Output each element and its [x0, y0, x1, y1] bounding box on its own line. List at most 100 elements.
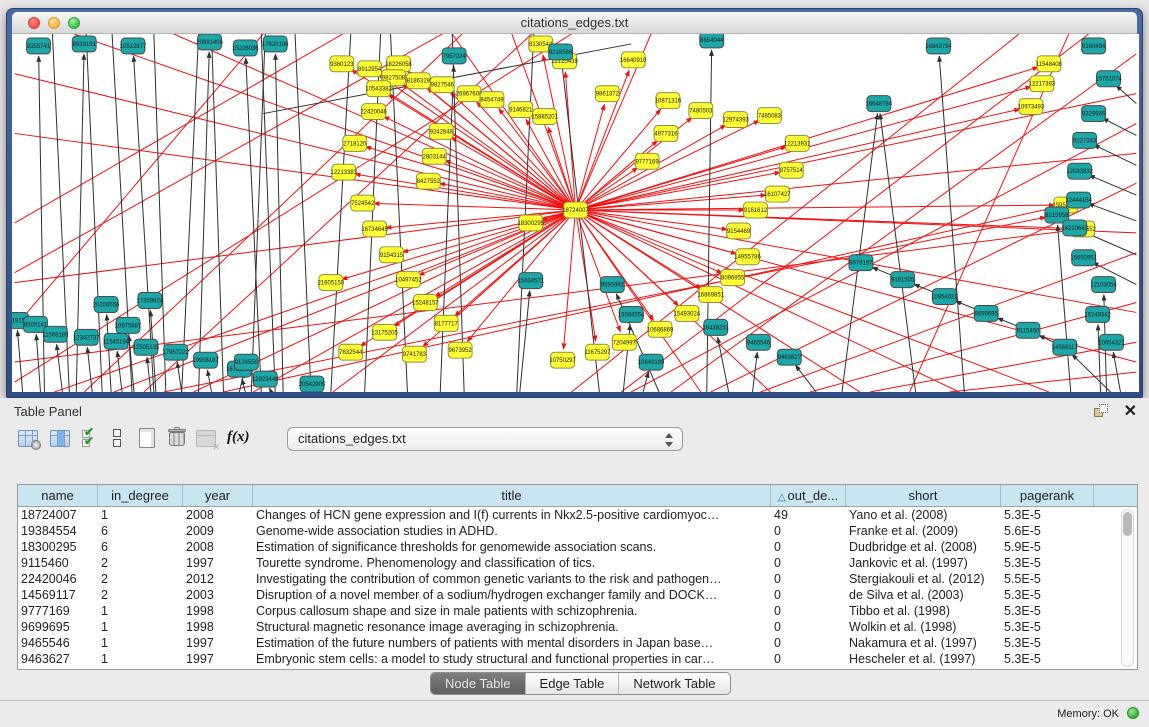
graph-edge[interactable]: [15, 34, 264, 327]
graph-node-label: 9827546: [431, 83, 455, 89]
table-settings-button[interactable]: [18, 430, 38, 447]
graph-node-label: 7957224: [443, 54, 467, 60]
graph-edge[interactable]: [15, 230, 1072, 362]
new-document-icon: [139, 428, 155, 448]
column-header-name[interactable]: name: [18, 485, 98, 506]
graph-edge[interactable]: [707, 50, 712, 392]
graph-edge[interactable]: [1089, 175, 1137, 195]
graph-node-label: 12974393: [722, 118, 749, 124]
graph-edge[interactable]: [1094, 145, 1137, 166]
graph-node-label: 8654044: [700, 38, 724, 44]
column-header-in_degree[interactable]: in_degree: [98, 485, 183, 506]
graph-node-label: 22420046: [360, 110, 387, 116]
graph-edge[interactable]: [576, 104, 605, 210]
graph-edge[interactable]: [949, 372, 1136, 392]
cell-year: 2003: [183, 587, 253, 603]
graph-edge[interactable]: [154, 34, 166, 392]
table-row[interactable]: 1938455462009Genome-wide association stu…: [18, 523, 1137, 539]
delete-column-button[interactable]: [168, 427, 186, 447]
graph-edge[interactable]: [36, 334, 40, 392]
cell-pagerank: 5.3E-5: [1001, 635, 1094, 651]
column-header-pagerank[interactable]: pagerank: [1001, 485, 1094, 506]
unselect-all-columns-button[interactable]: [112, 428, 122, 448]
graph-edge[interactable]: [15, 133, 576, 210]
graph-edge[interactable]: [576, 153, 1137, 210]
table-row[interactable]: 946554611997Estimation of the future num…: [18, 635, 1137, 651]
table-row[interactable]: 977716911998Corpus callosum shape and si…: [18, 603, 1137, 619]
graph-edge[interactable]: [39, 56, 45, 392]
graph-node-label: 9360123: [330, 62, 354, 68]
graph-edge[interactable]: [275, 54, 283, 392]
graph-node-label: 11545194: [103, 339, 130, 345]
table-row[interactable]: 1456911722003Disruption of a novel membe…: [18, 587, 1137, 603]
table-row[interactable]: 1830029562008Estimation of significance …: [18, 539, 1137, 555]
select-all-columns-button[interactable]: ✔ ✔: [82, 428, 100, 448]
function-builder-button[interactable]: f(x): [227, 429, 250, 446]
cell-title: Changes of HCN gene expression and I(f) …: [253, 507, 771, 523]
column-header-title[interactable]: title: [253, 485, 771, 506]
graph-edge[interactable]: [54, 210, 575, 392]
graph-edge[interactable]: [269, 388, 271, 392]
create-column-button[interactable]: [139, 428, 155, 448]
graph-edge[interactable]: [1058, 225, 1071, 392]
graph-node-label: 15692951: [1070, 256, 1097, 262]
cell-in_degree: 2: [98, 587, 183, 603]
tab-node-table[interactable]: Node Table: [431, 673, 526, 694]
graph-node-label: 15493024: [674, 311, 701, 317]
table-row[interactable]: 1872400712008Changes of HCN gene express…: [18, 507, 1137, 523]
column-header-year[interactable]: year: [183, 485, 253, 506]
show-columns-button[interactable]: [50, 430, 70, 447]
graph-edge[interactable]: [445, 160, 576, 210]
graph-edge[interactable]: [1072, 354, 1111, 392]
graph-node-label: 9699695: [975, 311, 999, 317]
table-vertical-scrollbar[interactable]: [1121, 509, 1134, 667]
graph-node-label: 12217393: [1029, 82, 1056, 88]
graph-edge[interactable]: [199, 52, 210, 392]
graph-node-label: 8186328: [407, 79, 431, 85]
graph-edge[interactable]: [564, 210, 576, 349]
cell-name: 18300295: [18, 539, 98, 555]
cell-year: 2008: [183, 539, 253, 555]
tab-edge-table[interactable]: Edge Table: [526, 673, 620, 694]
graph-edge[interactable]: [57, 344, 63, 392]
graph-edge[interactable]: [74, 34, 575, 210]
graph-edge[interactable]: [795, 365, 816, 392]
scrollbar-thumb[interactable]: [1123, 512, 1132, 536]
graph-edge[interactable]: [753, 352, 758, 392]
graph-edge[interactable]: [15, 210, 576, 283]
table-row[interactable]: 911546021997Tourette syndrome. Phenomeno…: [18, 555, 1137, 571]
checkmarks-icon: ✔ ✔: [82, 428, 100, 448]
graph-edge[interactable]: [207, 370, 211, 392]
close-panel-icon[interactable]: ✕: [1124, 401, 1137, 421]
graph-node-label: 9218586: [549, 50, 573, 56]
graph-node-label: 9463627: [778, 355, 802, 361]
graph-edge[interactable]: [365, 147, 575, 210]
network-table-select[interactable]: citations_edges.txt: [287, 427, 683, 451]
graph-edge[interactable]: [718, 337, 729, 392]
table-row[interactable]: 946362711997Embryonic stem cells: a mode…: [18, 651, 1137, 667]
graph-edge[interactable]: [880, 113, 916, 392]
tab-network-table[interactable]: Network Table: [619, 673, 729, 694]
graph-edge[interactable]: [576, 205, 1055, 210]
graph-edge[interactable]: [182, 34, 199, 392]
status-bar: Memory: OK: [0, 700, 1149, 727]
graph-edge[interactable]: [576, 141, 658, 211]
network-window-titlebar[interactable]: citations_edges.txt: [12, 12, 1137, 34]
graph-edge[interactable]: [451, 137, 576, 210]
float-panel-icon[interactable]: [1094, 404, 1109, 419]
graph-edge[interactable]: [15, 34, 343, 223]
graph-edge[interactable]: [295, 34, 311, 392]
network-canvas[interactable]: 1872400793601238912954182260589827508818…: [12, 34, 1139, 392]
graph-edge[interactable]: [107, 314, 111, 392]
column-header-out_de[interactable]: △out_de...: [771, 485, 846, 506]
cell-title: Estimation of the future numbers of pati…: [253, 635, 771, 651]
gear-icon: [31, 440, 41, 450]
column-header-short[interactable]: short: [846, 485, 1001, 506]
graph-edge[interactable]: [760, 253, 1136, 392]
graph-node-label: 8177717: [435, 321, 459, 327]
table-row[interactable]: 2242004622012Investigating the contribut…: [18, 571, 1137, 587]
graph-edge[interactable]: [87, 347, 92, 392]
graph-edge[interactable]: [1088, 203, 1136, 220]
table-row[interactable]: 969969511998Structural magnetic resonanc…: [18, 619, 1137, 635]
network-view-window[interactable]: citations_edges.txt 18724007936012389129…: [6, 8, 1143, 398]
